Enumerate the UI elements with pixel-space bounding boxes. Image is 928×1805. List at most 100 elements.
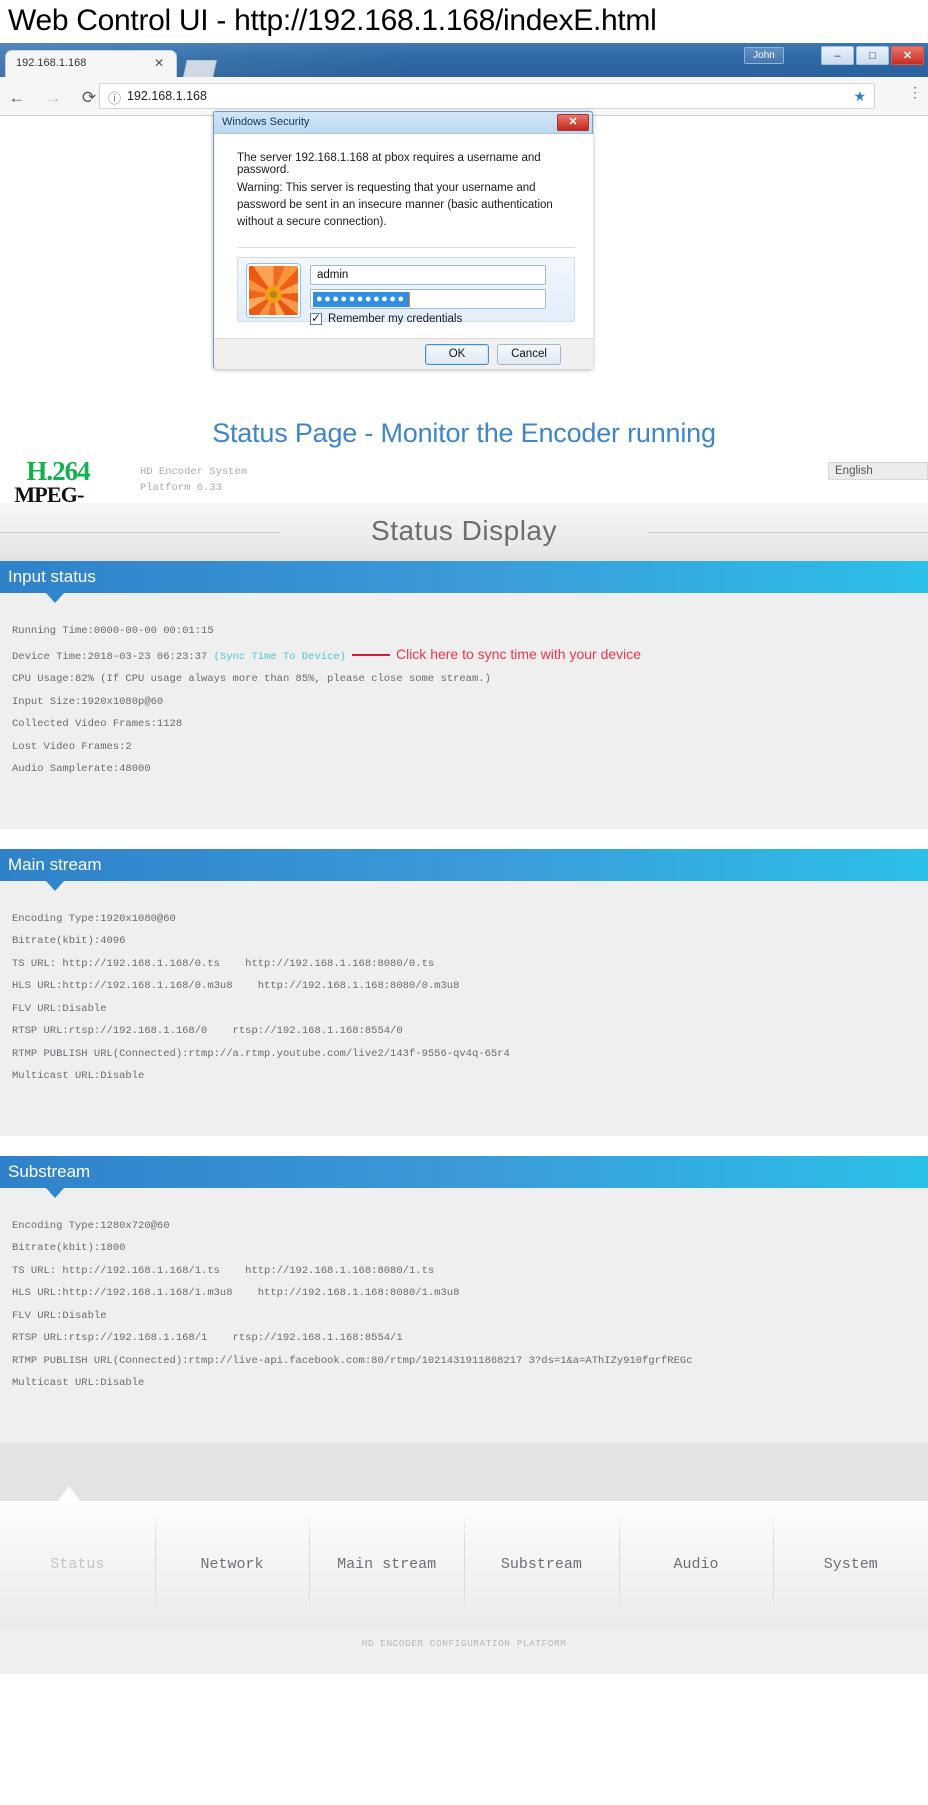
status-row-text: RTSP URL:rtsp://192.168.1.168/1 rtsp://1…	[12, 1332, 403, 1344]
status-row-text: RTSP URL:rtsp://192.168.1.168/0 rtsp://1…	[12, 1025, 403, 1037]
bookmark-star-icon[interactable]: ★	[853, 88, 866, 105]
minimize-button[interactable]: –	[821, 46, 854, 65]
status-row: TS URL: http://192.168.1.168/0.ts http:/…	[0, 953, 928, 976]
section-separator	[0, 828, 928, 849]
maximize-button[interactable]: □	[856, 46, 889, 65]
status-row-text: Collected Video Frames:1128	[12, 718, 183, 730]
status-row: CPU Usage:82% (If CPU usage always more …	[0, 668, 928, 691]
platform-version: Platform 6.33	[140, 482, 222, 494]
dialog-server-message: The server 192.168.1.168 at pbox require…	[237, 152, 541, 176]
encoder-header: Status Page - Monitor the Encoder runnin…	[0, 400, 928, 528]
dialog-body: The server 192.168.1.168 at pbox require…	[215, 134, 593, 338]
dialog-title: Windows Security	[222, 116, 310, 128]
status-row-text: FLV URL:Disable	[12, 1002, 107, 1015]
status-row-text: Lost Video Frames:2	[12, 740, 132, 753]
status-row: FLV URL:Disable	[0, 998, 928, 1021]
status-row-text: Audio Samplerate:48000	[12, 763, 151, 775]
windows-security-dialog: Windows Security ✕ The server 192.168.1.…	[213, 111, 593, 369]
nav-tab-label: Main stream	[337, 1556, 437, 1573]
status-row: Device Time:2018-03-23 06:23:37 (Sync Ti…	[0, 643, 928, 669]
section-header: Input status	[0, 561, 928, 603]
nav-tab-label: Audio	[673, 1556, 719, 1573]
address-bar[interactable]: ⓘ 192.168.1.168 ★	[99, 83, 875, 109]
window-controls: – □ ✕	[821, 46, 924, 65]
remember-credentials-label: Remember my credentials	[328, 313, 463, 325]
status-row-text: CPU Usage:82% (If CPU usage always more …	[12, 673, 491, 685]
password-value: ●●●●●●●●●●●	[313, 292, 410, 307]
browser-menu-icon[interactable]: ⋮	[908, 85, 922, 99]
nav-tab-audio[interactable]: Audio	[618, 1501, 774, 1629]
sections-container: Input status Running Time:0000-00-00 00:0…	[0, 561, 928, 1443]
remember-credentials-checkbox[interactable]	[310, 311, 322, 325]
sync-time-link[interactable]: (Sync Time To Device)	[214, 651, 346, 663]
status-row-text: RTMP PUBLISH URL(Connected):rtmp://live-…	[12, 1354, 693, 1367]
status-section: Main stream Encoding Type:1920x1080@60 Bit…	[0, 848, 928, 1136]
tab-close-icon[interactable]: ✕	[154, 56, 164, 70]
nav-tab-main-stream[interactable]: Main stream	[309, 1501, 464, 1629]
close-icon: ✕	[902, 50, 913, 62]
ok-button[interactable]: OK	[425, 344, 489, 365]
dialog-close-button[interactable]: ✕	[557, 114, 589, 131]
status-row: Running Time:0000-00-00 00:01:15	[0, 620, 928, 643]
address-bar-url: 192.168.1.168	[127, 89, 207, 103]
status-row: RTMP PUBLISH URL(Connected):rtmp://a.rtm…	[0, 1043, 928, 1066]
new-tab-button[interactable]	[183, 60, 217, 77]
nav-tab-substream[interactable]: Substream	[464, 1501, 619, 1629]
username-value: admin	[317, 269, 349, 281]
section-pointer-icon	[46, 1187, 64, 1198]
page-title: Status Page - Monitor the Encoder runnin…	[212, 418, 716, 448]
status-row-text: Input Size:1920x1080p@60	[12, 695, 164, 708]
status-row-text: RTMP PUBLISH URL(Connected):rtmp://a.rtm…	[12, 1047, 510, 1060]
section-separator	[0, 1135, 928, 1156]
status-row-text: Running Time:0000-00-00 00:01:15	[12, 625, 214, 637]
status-row-text: Encoding Type:1920x1080@60	[12, 912, 176, 925]
status-row-text: Encoding Type:1280x720@60	[12, 1219, 170, 1232]
nav-tab-network[interactable]: Network	[154, 1501, 310, 1629]
status-row-text: Device Time:2018-03-23 06:23:37	[12, 650, 214, 663]
status-row: TS URL: http://192.168.1.168/1.ts http:/…	[0, 1260, 928, 1283]
status-row: Bitrate(kbit):4096	[0, 930, 928, 953]
nav-tab-system[interactable]: System	[773, 1501, 928, 1629]
language-select[interactable]: English	[828, 462, 928, 480]
browser-titlebar: John – □ ✕ 192.168.1.168 ✕	[0, 43, 928, 77]
back-icon[interactable]: ←	[6, 86, 28, 108]
h264-logo: H.264	[26, 456, 90, 486]
forward-icon[interactable]: →	[42, 86, 64, 108]
status-row-text: Multicast URL:Disable	[12, 1377, 145, 1389]
status-row: Bitrate(kbit):1800	[0, 1237, 928, 1260]
status-row: FLV URL:Disable	[0, 1305, 928, 1328]
status-section: Input status Running Time:0000-00-00 00:0…	[0, 561, 928, 829]
close-window-button[interactable]: ✕	[891, 46, 924, 65]
system-name: HD Encoder System	[140, 466, 248, 478]
status-row: HLS URL:http://192.168.1.168/0.m3u8 http…	[0, 975, 928, 998]
password-field[interactable]: ●●●●●●●●●●●	[310, 289, 546, 309]
status-row: Collected Video Frames:1128	[0, 713, 928, 736]
status-display-banner: Status Display	[0, 503, 928, 561]
username-field[interactable]: admin	[310, 265, 546, 285]
section-body: Running Time:0000-00-00 00:01:15 Device T…	[0, 593, 928, 829]
active-tab-notch	[57, 1485, 81, 1502]
hint-connector-line	[351, 653, 390, 656]
status-row: Multicast URL:Disable	[0, 1065, 928, 1088]
section-heading: Substream	[8, 1161, 91, 1181]
nav-tab-status[interactable]: Status	[0, 1501, 155, 1629]
system-info: HD Encoder System Platform 6.33	[140, 464, 247, 496]
cancel-button[interactable]: Cancel	[497, 344, 561, 365]
site-info-icon[interactable]: ⓘ	[108, 88, 121, 107]
status-display-title: Status Display	[371, 515, 557, 546]
windows-user-button[interactable]: John	[744, 47, 784, 64]
page-annotation-title: Web Control UI - http://192.168.1.168/in…	[8, 4, 657, 37]
status-row: Input Size:1920x1080p@60	[0, 691, 928, 714]
section-heading: Main stream	[8, 854, 102, 874]
status-row-text: HLS URL:http://192.168.1.168/1.m3u8 http…	[12, 1287, 460, 1299]
dialog-footer: OK Cancel	[215, 338, 593, 369]
section-bottom-gap	[0, 780, 928, 829]
browser-tab[interactable]: 192.168.1.168 ✕	[5, 50, 177, 77]
reload-icon[interactable]: ⟳	[78, 86, 100, 108]
dialog-warning-message: Warning: This server is requesting that …	[237, 182, 553, 228]
status-row: RTSP URL:rtsp://192.168.1.168/0 rtsp://1…	[0, 1020, 928, 1043]
nav-tab-label: Status	[50, 1556, 105, 1573]
remember-credentials-row[interactable]: Remember my credentials	[310, 311, 463, 325]
maximize-icon: □	[869, 50, 876, 62]
status-section: Substream Encoding Type:1280x720@60 Bitrat…	[0, 1155, 928, 1443]
